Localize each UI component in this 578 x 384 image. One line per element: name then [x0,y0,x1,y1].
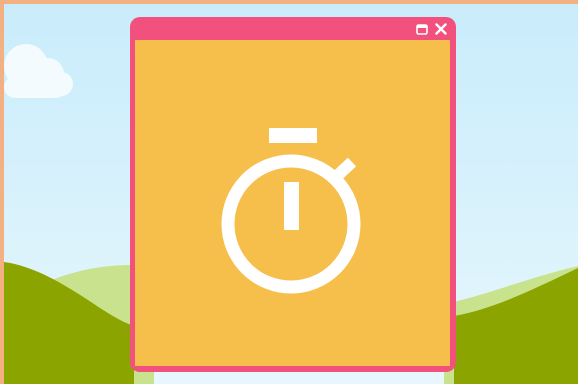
close-icon [435,23,447,35]
close-button[interactable] [433,21,449,37]
title-bar[interactable] [130,17,456,40]
app-window [130,17,456,372]
window-bottom-handle [380,360,402,364]
maximize-icon [416,23,428,35]
window-content [135,40,450,366]
cloud [4,44,73,98]
stopwatch-icon [221,128,361,294]
maximize-button[interactable] [414,21,430,37]
